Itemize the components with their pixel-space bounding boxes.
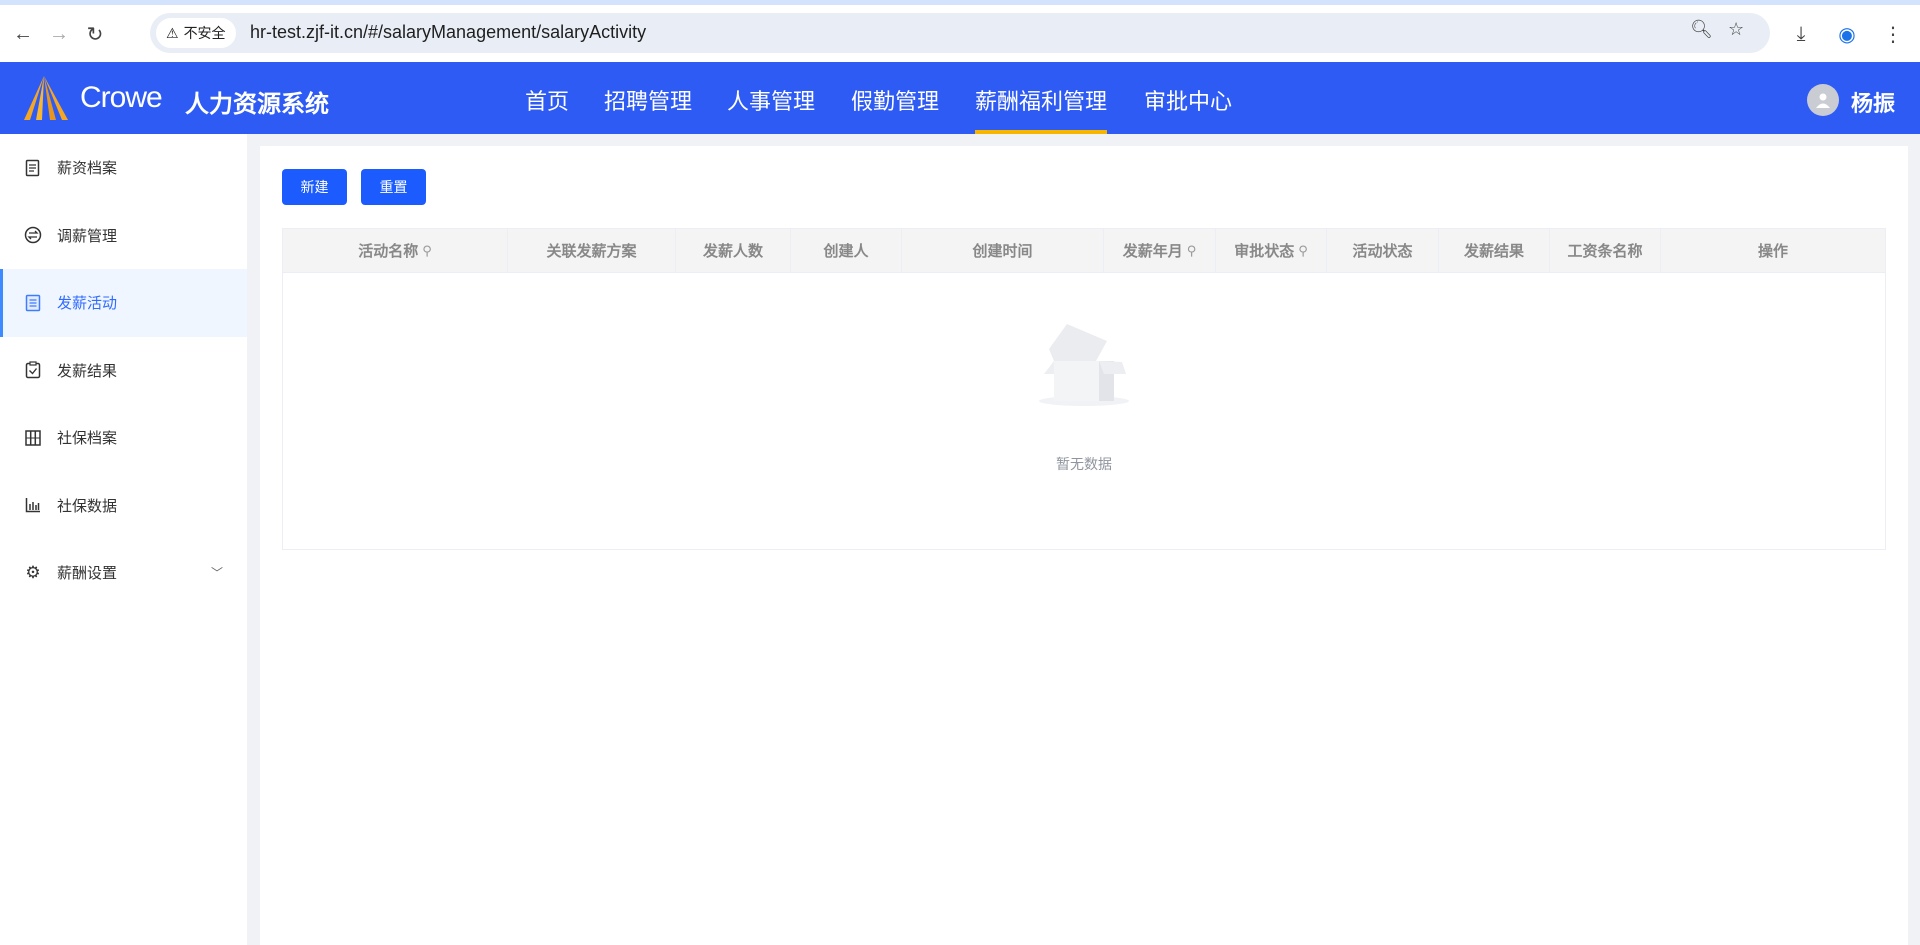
clipboard-check-icon bbox=[24, 361, 42, 379]
column-creator: 创建人 bbox=[791, 229, 902, 272]
address-bar[interactable]: ⚠ 不安全 hr-test.zjf-it.cn/#/salaryManagemen… bbox=[150, 13, 1770, 53]
column-label: 活动名称 bbox=[358, 243, 419, 260]
avatar[interactable] bbox=[1807, 84, 1839, 116]
sidebar-item-label: 社保档案 bbox=[57, 430, 118, 448]
reset-button[interactable]: 重置 bbox=[361, 169, 426, 205]
nav-approval[interactable]: 审批中心 bbox=[1144, 84, 1232, 116]
menu-kebab-icon[interactable]: ⋮ bbox=[1878, 19, 1908, 49]
warning-icon: ⚠ bbox=[166, 24, 179, 41]
forward-button[interactable]: → bbox=[44, 19, 74, 49]
security-label: 不安全 bbox=[183, 25, 226, 41]
sidebar-item-salary-activity[interactable]: 发薪活动 bbox=[0, 269, 247, 337]
app-header: Crowe 人力资源系统 首页 招聘管理 人事管理 假勤管理 薪酬福利管理 审批… bbox=[0, 62, 1920, 134]
nav-attendance[interactable]: 假勤管理 bbox=[851, 84, 939, 116]
column-pay-month: 发薪年月 ⚲ bbox=[1104, 229, 1216, 272]
empty-box-icon bbox=[1039, 324, 1129, 406]
sidebar-item-label: 发薪活动 bbox=[57, 295, 118, 313]
column-label: 发薪年月 bbox=[1122, 243, 1183, 260]
sidebar-item-salary-adjust[interactable]: 调薪管理 bbox=[0, 202, 247, 270]
nav-recruitment[interactable]: 招聘管理 bbox=[604, 84, 692, 116]
exchange-icon bbox=[24, 226, 42, 244]
main-panel: 新建 重置 活动名称 ⚲ 关联发薪方案 发薪人数 创建人 创建时间 发薪年月 ⚲ 审… bbox=[260, 146, 1908, 945]
user-name[interactable]: 杨振 bbox=[1851, 86, 1895, 118]
column-pay-result: 发薪结果 bbox=[1439, 229, 1550, 272]
column-label: 操作 bbox=[1757, 243, 1788, 260]
column-approval-status: 审批状态 ⚲ bbox=[1216, 229, 1327, 272]
column-label: 审批状态 bbox=[1234, 243, 1295, 260]
gear-icon: ⚙ bbox=[25, 562, 41, 582]
sidebar-item-label: 薪资档案 bbox=[57, 160, 118, 178]
sidebar-item-social-data[interactable]: 社保数据 bbox=[0, 472, 247, 540]
empty-state: 暂无数据 bbox=[283, 319, 1885, 474]
sidebar-item-label: 社保数据 bbox=[57, 497, 118, 515]
browser-toolbar: ← → ↻ ⚠ 不安全 hr-test.zjf-it.cn/#/salaryMan… bbox=[0, 0, 1920, 62]
nav-home[interactable]: 首页 bbox=[525, 84, 569, 116]
search-icon[interactable]: ⚲ bbox=[1298, 243, 1308, 259]
empty-text: 暂无数据 bbox=[1056, 456, 1112, 472]
column-label: 创建时间 bbox=[972, 243, 1033, 260]
salary-activity-table: 活动名称 ⚲ 关联发薪方案 发薪人数 创建人 创建时间 发薪年月 ⚲ 审批状态 ⚲ 活… bbox=[282, 228, 1886, 550]
sidebar-item-salary-result[interactable]: 发薪结果 bbox=[0, 337, 247, 405]
sidebar-item-social-archive[interactable]: 社保档案 bbox=[0, 404, 247, 472]
table-header: 活动名称 ⚲ 关联发薪方案 发薪人数 创建人 创建时间 发薪年月 ⚲ 审批状态 ⚲ 活… bbox=[283, 229, 1885, 273]
sidebar: 薪资档案 调薪管理 发薪活动 发薪结果 社保档案 社保数据 ⚙ 薪酬设置 ﹀ bbox=[0, 134, 247, 945]
profile-icon[interactable]: ◉ bbox=[1832, 19, 1862, 49]
back-button[interactable]: ← bbox=[8, 19, 38, 49]
zoom-icon[interactable]: 🔍︎ bbox=[1690, 19, 1713, 40]
document-icon bbox=[24, 159, 42, 177]
user-icon bbox=[1816, 93, 1830, 108]
columns-icon bbox=[24, 429, 42, 447]
column-actions: 操作 bbox=[1661, 229, 1885, 272]
bookmark-star-icon[interactable]: ☆ bbox=[1728, 19, 1744, 40]
search-icon[interactable]: ⚲ bbox=[1187, 243, 1197, 259]
column-label: 活动状态 bbox=[1352, 243, 1413, 260]
download-icon[interactable]: ⤓ bbox=[1786, 19, 1816, 49]
column-headcount: 发薪人数 bbox=[676, 229, 791, 272]
sidebar-item-salary-settings[interactable]: ⚙ 薪酬设置 ﹀ bbox=[0, 539, 247, 607]
sidebar-item-label: 薪酬设置 bbox=[57, 565, 118, 583]
column-plan: 关联发薪方案 bbox=[508, 229, 676, 272]
column-created-time: 创建时间 bbox=[902, 229, 1104, 272]
column-label: 发薪人数 bbox=[702, 243, 763, 260]
search-icon[interactable]: ⚲ bbox=[422, 243, 432, 259]
crowe-logo-icon bbox=[24, 76, 68, 120]
sidebar-item-label: 调薪管理 bbox=[57, 227, 118, 245]
brand-name: Crowe bbox=[80, 81, 163, 114]
nav-personnel[interactable]: 人事管理 bbox=[727, 84, 815, 116]
column-label: 关联发薪方案 bbox=[546, 243, 637, 260]
bar-chart-icon bbox=[24, 496, 42, 514]
url-text[interactable]: hr-test.zjf-it.cn/#/salaryManagement/sal… bbox=[250, 22, 646, 43]
column-payslip-name: 工资条名称 bbox=[1550, 229, 1661, 272]
nav-salary-benefits[interactable]: 薪酬福利管理 bbox=[975, 84, 1108, 134]
column-activity-status: 活动状态 bbox=[1327, 229, 1439, 272]
column-label: 创建人 bbox=[823, 243, 869, 260]
new-button[interactable]: 新建 bbox=[282, 169, 347, 205]
sidebar-item-label: 发薪结果 bbox=[57, 362, 118, 380]
column-label: 发薪结果 bbox=[1463, 243, 1524, 260]
security-chip[interactable]: ⚠ 不安全 bbox=[156, 18, 236, 48]
column-label: 工资条名称 bbox=[1567, 243, 1643, 260]
chevron-down-icon[interactable]: ﹀ bbox=[211, 564, 223, 581]
system-title: 人力资源系统 bbox=[185, 91, 329, 118]
sidebar-item-salary-archive[interactable]: 薪资档案 bbox=[0, 134, 247, 202]
clipboard-list-icon bbox=[24, 294, 42, 312]
reload-button[interactable]: ↻ bbox=[80, 19, 110, 49]
column-activity-name: 活动名称 ⚲ bbox=[283, 229, 508, 272]
